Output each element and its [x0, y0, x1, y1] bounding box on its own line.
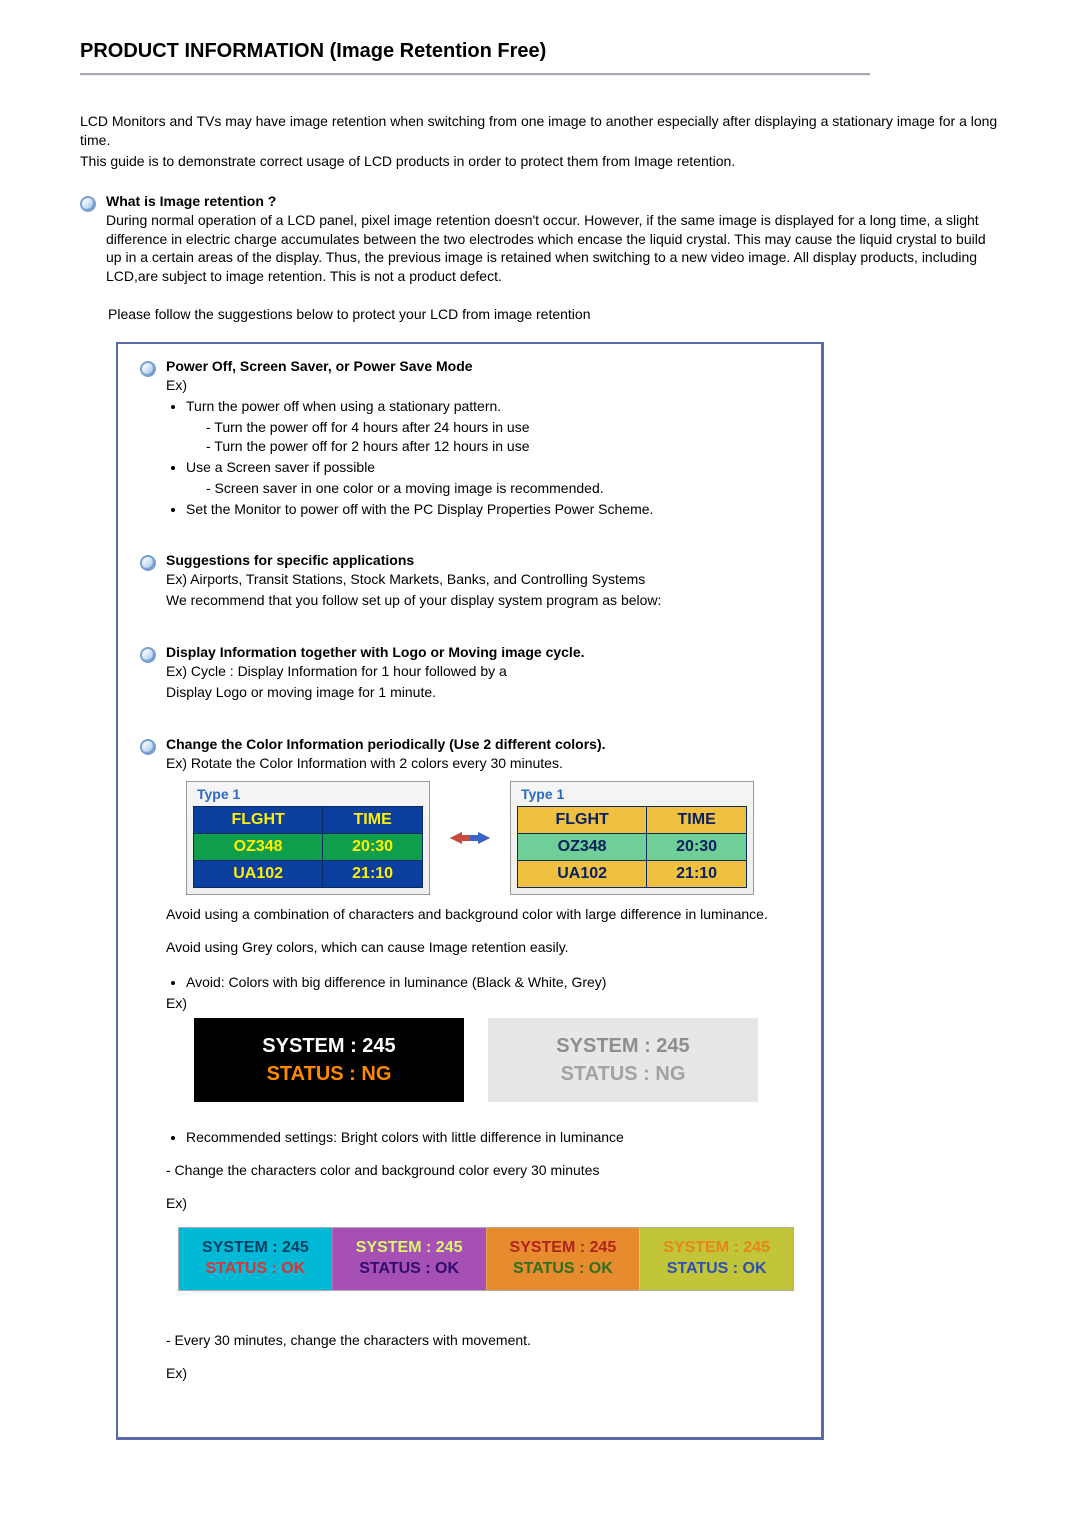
rec-cell: SYSTEM : 245 STATUS : OK — [332, 1228, 486, 1290]
rec-cell: SYSTEM : 245 STATUS : OK — [179, 1228, 332, 1290]
box-heading: Power Off, Screen Saver, or Power Save M… — [166, 358, 801, 374]
bullet-icon — [140, 647, 156, 663]
avoid-examples: SYSTEM : 245 STATUS : NG SYSTEM : 245 ST… — [194, 1018, 801, 1102]
sub-line: - Turn the power off for 2 hours after 1… — [206, 437, 801, 456]
avoid-grey: SYSTEM : 245 STATUS : NG — [488, 1018, 758, 1102]
cell: TIME — [323, 806, 423, 833]
section-text: During normal operation of a LCD panel, … — [106, 211, 1000, 287]
box-heading: Display Information together with Logo o… — [166, 644, 801, 660]
flight-board-type: Type 1 — [517, 786, 747, 806]
flight-board-table: FLGHTTIME OZ34820:30 UA10221:10 — [517, 806, 747, 888]
list-item: Turn the power off when using a stationa… — [186, 397, 801, 416]
cell: OZ348 — [194, 833, 323, 860]
sub-line: - Screen saver in one color or a moving … — [206, 479, 801, 498]
section-what-is: What is Image retention ? During normal … — [80, 193, 1000, 289]
cell: FLGHT — [518, 806, 647, 833]
page-title: PRODUCT INFORMATION (Image Retention Fre… — [80, 40, 1000, 63]
avoid-black-white: SYSTEM : 245 STATUS : NG — [194, 1018, 464, 1102]
flight-board-type: Type 1 — [193, 786, 423, 806]
status-line: STATUS : OK — [491, 1259, 636, 1280]
cell: OZ348 — [518, 833, 647, 860]
movement-line: - Every 30 minutes, change the character… — [166, 1331, 801, 1350]
box-item-suggestions: Suggestions for specific applications Ex… — [140, 552, 801, 612]
rec-line: - Change the characters color and backgr… — [166, 1161, 801, 1180]
list-item: Set the Monitor to power off with the PC… — [186, 500, 801, 519]
follow-text: Please follow the suggestions below to p… — [108, 306, 1000, 322]
box-text: Ex) Cycle : Display Information for 1 ho… — [166, 662, 801, 681]
arrow-icon — [450, 829, 490, 847]
ex-label: Ex) — [166, 376, 801, 395]
cell: UA102 — [194, 860, 323, 887]
list-item: Recommended settings: Bright colors with… — [186, 1128, 801, 1147]
note-text: Avoid using a combination of characters … — [166, 905, 801, 924]
document-page: PRODUCT INFORMATION (Image Retention Fre… — [10, 0, 1070, 1500]
cell: 20:30 — [647, 833, 747, 860]
box-body: Suggestions for specific applications Ex… — [166, 552, 801, 612]
box-item-change-color: Change the Color Information periodicall… — [140, 736, 801, 1397]
bullet-icon — [140, 555, 156, 571]
status-line: STATUS : OK — [183, 1259, 328, 1280]
system-line: SYSTEM : 245 — [194, 1032, 464, 1060]
flight-board-yellow: Type 1 FLGHTTIME OZ34820:30 UA10221:10 — [186, 781, 430, 895]
power-list: Set the Monitor to power off with the PC… — [166, 500, 801, 519]
recommended-list: Recommended settings: Bright colors with… — [166, 1128, 801, 1147]
box-heading: Suggestions for specific applications — [166, 552, 801, 568]
box-body: Power Off, Screen Saver, or Power Save M… — [166, 358, 801, 520]
rec-cell: SYSTEM : 245 STATUS : OK — [639, 1228, 793, 1290]
system-line: SYSTEM : 245 — [337, 1238, 482, 1259]
flight-board-navy: Type 1 FLGHTTIME OZ34820:30 UA10221:10 — [510, 781, 754, 895]
status-line: STATUS : NG — [488, 1060, 758, 1088]
box-text: Ex) Rotate the Color Information with 2 … — [166, 754, 801, 773]
list-item: Avoid: Colors with big difference in lum… — [186, 973, 801, 992]
system-line: SYSTEM : 245 — [644, 1238, 789, 1259]
power-list: Use a Screen saver if possible — [166, 458, 801, 477]
cell: 20:30 — [323, 833, 423, 860]
cell: TIME — [647, 806, 747, 833]
cell: FLGHT — [194, 806, 323, 833]
box-text: We recommend that you follow set up of y… — [166, 591, 801, 610]
intro-block: LCD Monitors and TVs may have image rete… — [80, 112, 1000, 171]
flight-boards-figure: Type 1 FLGHTTIME OZ34820:30 UA10221:10 T… — [186, 781, 801, 895]
box-item-power: Power Off, Screen Saver, or Power Save M… — [140, 358, 801, 520]
section-heading: What is Image retention ? — [106, 193, 1000, 209]
avoid-list: Avoid: Colors with big difference in lum… — [166, 973, 801, 992]
box-text: Display Logo or moving image for 1 minut… — [166, 683, 801, 702]
cell: 21:10 — [647, 860, 747, 887]
ex-label: Ex) — [166, 1194, 801, 1213]
box-body: Change the Color Information periodicall… — [166, 736, 801, 1397]
intro-paragraph: LCD Monitors and TVs may have image rete… — [80, 112, 1000, 150]
box-body: Display Information together with Logo o… — [166, 644, 801, 704]
rec-cell: SYSTEM : 245 STATUS : OK — [486, 1228, 640, 1290]
system-line: SYSTEM : 245 — [491, 1238, 636, 1259]
bullet-icon — [80, 196, 96, 212]
ex-label: Ex) — [166, 1364, 801, 1383]
cell: 21:10 — [323, 860, 423, 887]
ex-label: Ex) — [166, 994, 801, 1013]
suggestion-box: Power Off, Screen Saver, or Power Save M… — [116, 342, 824, 1439]
status-line: STATUS : NG — [194, 1060, 464, 1088]
list-item: Use a Screen saver if possible — [186, 458, 801, 477]
power-list: Turn the power off when using a stationa… — [166, 397, 801, 416]
section-body: What is Image retention ? During normal … — [106, 193, 1000, 289]
box-text: Ex) Airports, Transit Stations, Stock Ma… — [166, 570, 801, 589]
sub-line: - Turn the power off for 4 hours after 2… — [206, 418, 801, 437]
recommended-examples: SYSTEM : 245 STATUS : OK SYSTEM : 245 ST… — [178, 1227, 794, 1291]
cell: UA102 — [518, 860, 647, 887]
intro-paragraph: This guide is to demonstrate correct usa… — [80, 152, 1000, 171]
system-line: SYSTEM : 245 — [488, 1032, 758, 1060]
note-text: Avoid using Grey colors, which can cause… — [166, 938, 801, 957]
box-item-display-info: Display Information together with Logo o… — [140, 644, 801, 704]
title-divider — [80, 73, 870, 76]
system-line: SYSTEM : 245 — [183, 1238, 328, 1259]
bullet-icon — [140, 739, 156, 755]
status-line: STATUS : OK — [644, 1259, 789, 1280]
box-heading: Change the Color Information periodicall… — [166, 736, 801, 752]
status-line: STATUS : OK — [337, 1259, 482, 1280]
bullet-icon — [140, 361, 156, 377]
flight-board-table: FLGHTTIME OZ34820:30 UA10221:10 — [193, 806, 423, 888]
